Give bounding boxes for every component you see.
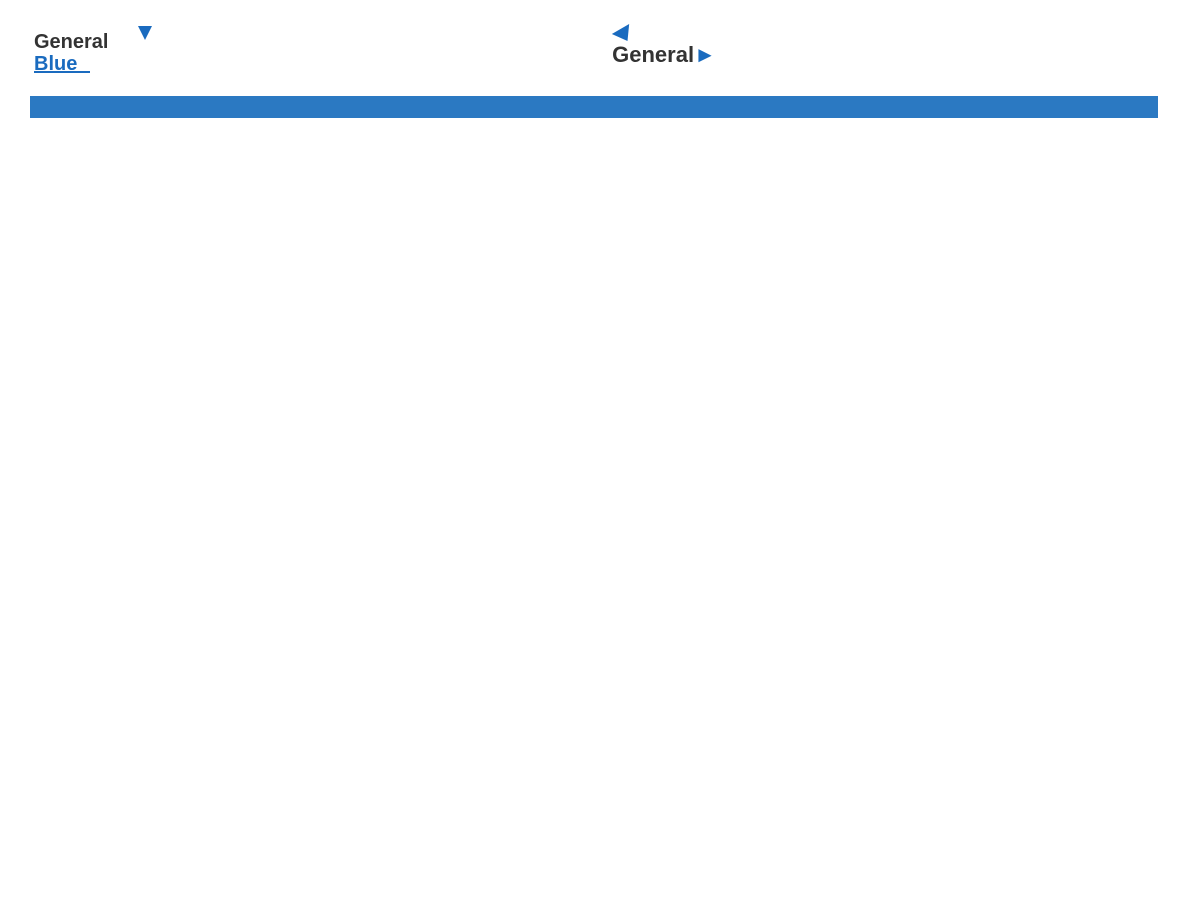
logo-svg: General Blue [30, 20, 170, 75]
header-sunday [31, 97, 192, 118]
logo: General► [612, 20, 716, 68]
header-thursday [675, 97, 836, 118]
logo-render: General Blue [30, 20, 170, 80]
header-saturday [997, 97, 1158, 118]
page-header: General Blue General► [30, 20, 1158, 80]
header-friday [836, 97, 997, 118]
header-wednesday [514, 97, 675, 118]
header-monday [192, 97, 353, 118]
header-tuesday [353, 97, 514, 118]
svg-text:General: General [34, 31, 108, 53]
weekday-header-row [31, 97, 1158, 118]
logo-text-combined: General► [612, 42, 716, 68]
calendar-table [30, 96, 1158, 118]
